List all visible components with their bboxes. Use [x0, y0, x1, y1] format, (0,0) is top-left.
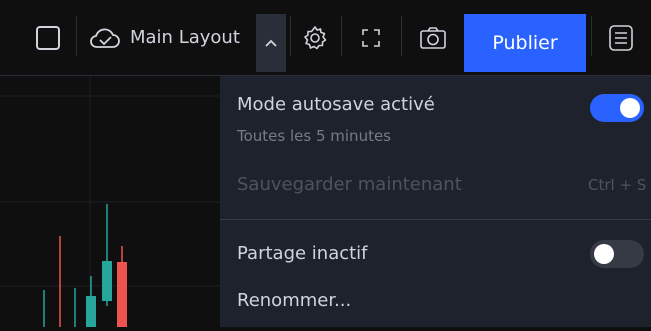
main-menu-button[interactable] [596, 0, 646, 75]
layout-dropdown-menu: Mode autosave activé Toutes les 5 minute… [220, 76, 651, 327]
candlestick [102, 204, 112, 306]
gear-icon [304, 25, 327, 49]
toolbar-separator [341, 16, 342, 56]
candlestick [117, 246, 127, 327]
fullscreen-button[interactable] [348, 0, 394, 75]
select-layout-button[interactable] [22, 0, 74, 75]
rename-item[interactable]: Renommer... [237, 290, 351, 311]
toolbar-separator [401, 16, 402, 56]
square-icon [36, 25, 60, 50]
sharing-toggle[interactable] [590, 240, 644, 268]
toolbar-separator [290, 16, 291, 56]
chevron-up-icon [265, 39, 277, 47]
autosave-interval: Toutes les 5 minutes [237, 127, 391, 145]
layout-name-label: Main Layout [130, 27, 240, 48]
settings-button[interactable] [292, 0, 338, 75]
autosave-toggle[interactable] [590, 94, 644, 122]
sharing-label[interactable]: Partage inactif [237, 243, 368, 264]
layout-name-button[interactable]: Main Layout [82, 0, 252, 75]
camera-icon [420, 26, 446, 49]
candlestick [86, 276, 96, 327]
publish-button[interactable]: Publier [464, 14, 586, 72]
toggle-knob [594, 244, 614, 264]
cloud-check-icon [90, 28, 120, 48]
toolbar-separator [76, 16, 77, 56]
fullscreen-icon [362, 28, 380, 47]
toolbar-separator [591, 16, 592, 56]
price-chart[interactable] [0, 76, 220, 327]
menu-divider [220, 219, 651, 220]
toggle-knob [620, 98, 640, 118]
save-now-shortcut: Ctrl + S [588, 176, 647, 194]
layout-menu-toggle[interactable] [256, 14, 286, 72]
chart-canvas [0, 76, 220, 327]
top-toolbar: Main Layout Publier [0, 0, 651, 76]
snapshot-button[interactable] [410, 0, 456, 75]
save-now-item[interactable]: Sauvegarder maintenant [237, 174, 462, 195]
autosave-label[interactable]: Mode autosave activé [237, 94, 435, 115]
menu-icon [609, 24, 633, 51]
